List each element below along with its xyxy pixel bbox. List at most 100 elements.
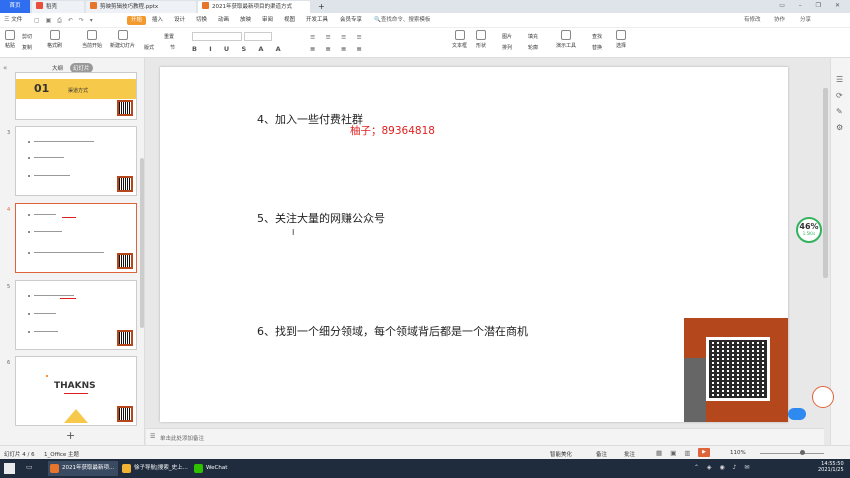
slide-icon [117,30,128,40]
start-current-button[interactable]: 当前开始 [82,30,102,49]
font-size-field[interactable] [244,32,272,41]
zoom-level[interactable]: 110% [730,450,746,456]
zoom-slider-handle[interactable] [800,450,805,455]
mascot-decoration[interactable] [788,380,838,422]
search-icon: 🔍 [374,17,381,23]
qr-code-thumb [117,253,133,269]
ribbon-toolbar: 粘贴 剪切 复制 格式刷 当前开始 新建幻灯片 版式 重置 节 B I U S … [0,28,850,58]
menu-file[interactable]: 三 文件 [4,16,22,25]
arrange-button[interactable]: 排列 [502,44,512,51]
panel-scrollbar[interactable] [140,158,144,328]
picture-button[interactable]: 图片 [502,33,512,40]
section-button[interactable]: 节 [170,44,175,51]
slide-line-2[interactable]: 5、关注大量的网赚公众号 [257,210,385,226]
find-button[interactable]: 查找 [592,33,602,40]
paste-button[interactable]: 粘贴 [5,30,15,49]
windows-start-icon[interactable] [4,463,15,474]
wps-icon [50,464,59,473]
menu-insert[interactable]: 插入 [152,16,163,25]
notes-bar[interactable]: ☰ 单击此处添加备注 [146,428,824,445]
menu-review[interactable]: 审阅 [262,16,273,25]
new-slide-button[interactable]: 新建幻灯片 [110,30,135,49]
network-speed-badge[interactable]: 46% 1.5K/s [796,217,822,243]
font-format-buttons[interactable]: B I U S A A [192,45,286,53]
canvas-scrollbar[interactable] [823,88,828,278]
quick-access-icons[interactable]: ▢ ▣ ⎙ ↶ ↷ ▾ [34,17,95,25]
font-name-field[interactable] [192,32,242,41]
layout-button[interactable]: 版式 [144,44,154,51]
slide-line-3[interactable]: 6、找到一个细分领域，每个领域背后都是一个潜在商机 [257,323,528,339]
replace-button[interactable]: 替换 [592,44,602,51]
wechat-icon [194,464,203,473]
notes-toggle-button[interactable]: 备注 [596,450,607,458]
menu-transition[interactable]: 切换 [196,16,207,25]
share-button[interactable]: 分享 [800,16,811,25]
tab-outline[interactable]: 大纲 [52,64,63,72]
format-painter-button[interactable]: 格式刷 [47,30,62,49]
menu-slideshow[interactable]: 放映 [240,16,251,25]
play-slideshow-button[interactable]: ▶ [698,448,710,457]
side-tool-icons[interactable]: ☰ ⟳ ✎ ⚙ [836,72,843,136]
fill-button[interactable]: 填充 [528,33,538,40]
slide-line-1[interactable]: 4、加入一些付费社群 [257,111,363,127]
window-controls[interactable]: ▭ – ❐ ✕ [779,2,846,9]
slide-thumbnail-4-selected[interactable] [15,203,137,273]
presentation-tools-button[interactable]: 演示工具 [556,30,576,49]
align-buttons[interactable]: ≣ ≣ ≣ ≣ [310,45,366,53]
notes-placeholder: 单击此处添加备注 [160,436,205,442]
brush-icon [49,30,60,40]
add-slide-button[interactable]: + [66,429,75,442]
taskbar-app-browser[interactable]: 徐子导航|搜索_史上... [120,461,190,476]
qr-code-block[interactable] [684,318,788,422]
slide-number: 4 [7,207,11,213]
outline-button[interactable]: 轮廓 [528,44,538,51]
shape-icon [476,30,486,40]
task-view-icon[interactable]: ▭ [26,463,33,471]
slide-thumbnail-5[interactable] [15,280,137,350]
menu-start[interactable]: 开始 [127,16,147,25]
select-button[interactable]: 选择 [616,30,626,49]
menu-animation[interactable]: 动画 [218,16,229,25]
system-tray-icons[interactable]: ⌃ ◈ ◉ ♪ ✉ [694,464,752,471]
clock[interactable]: 14:55:50 2021/1/25 [818,461,844,473]
shape-button[interactable]: 形状 [476,30,486,49]
taskbar-app-wechat[interactable]: WeChat [192,461,242,476]
tab-file-2[interactable]: 2021年获取最新项目的渠道方式 [198,1,310,13]
paragraph-buttons[interactable]: ≡ ≡ ≡ ≡ [310,33,366,41]
comment-button[interactable]: 批注 [624,450,635,458]
windows-taskbar: ▭ 2021年获取最新项... 徐子导航|搜索_史上... WeChat ⌃ ◈… [0,459,850,478]
menu-devtools[interactable]: 开发工具 [306,16,328,25]
tab-file-1[interactable]: 剪映剪辑技巧教程.pptx [86,1,196,13]
zoom-slider[interactable] [760,453,824,454]
theme-name: 1_Office 主题 [44,452,80,458]
beautify-button[interactable]: 智能美化 [550,450,572,458]
menu-design[interactable]: 设计 [174,16,185,25]
slide-thumbnail-3[interactable] [15,126,137,196]
slide-thumbnail-2[interactable]: 01 渠道方式 [15,72,137,120]
assistant-icon [788,408,806,420]
collab-button[interactable]: 协作 [774,16,785,25]
unsaved-indicator[interactable]: 有修改 [744,16,761,25]
qr-code-thumb [117,100,133,116]
qr-code-thumb [117,406,133,422]
menu-view[interactable]: 视图 [284,16,295,25]
taskbar-app-wps[interactable]: 2021年获取最新项... [48,461,118,476]
new-tab-button[interactable]: + [316,1,328,13]
textbox-button[interactable]: 文本框 [452,30,467,49]
slide-counter: 幻灯片 4 / 6 [4,452,35,458]
tab-home[interactable]: 首页 [0,0,30,13]
collapse-panel-icon[interactable]: « [3,64,7,72]
thumb-title-number: 01 [34,82,50,95]
slide-thumbnail-6[interactable]: THAKNS [15,356,137,426]
presentation-icon [561,30,571,40]
slide-main[interactable]: 4、加入一些付费社群 柚子；89364818 5、关注大量的网赚公众号 I 6、… [160,67,788,422]
view-mode-buttons[interactable]: ▦ ▣ ▥ [656,449,694,457]
tab-docer[interactable]: 稻壳 [32,1,84,13]
textbox-icon [454,30,465,40]
command-search[interactable]: 🔍查找命令、搜索模板 [374,16,430,25]
copy-button[interactable]: 复制 [22,44,32,51]
cut-button[interactable]: 剪切 [22,33,32,40]
slide-contact-text[interactable]: 柚子；89364818 [350,123,435,138]
reset-button[interactable]: 重置 [164,33,174,40]
menu-member[interactable]: 会员专享 [340,16,362,25]
